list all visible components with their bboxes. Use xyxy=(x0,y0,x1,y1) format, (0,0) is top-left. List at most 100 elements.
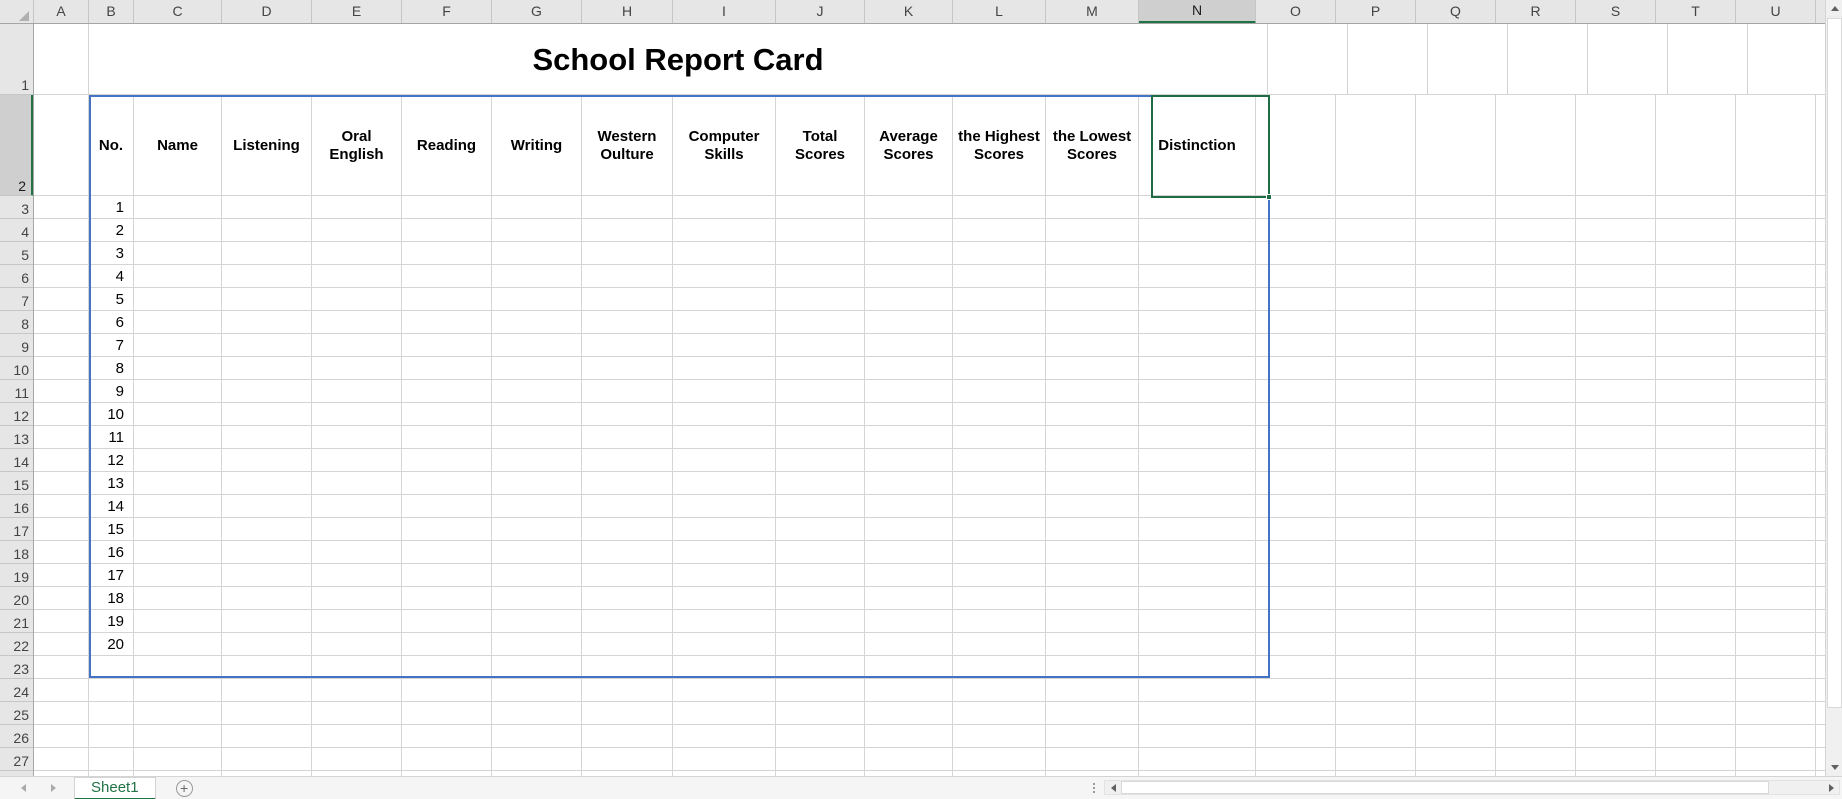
cell-J18[interactable] xyxy=(776,541,865,564)
cell-Q13[interactable] xyxy=(1416,426,1496,449)
cell-F6[interactable] xyxy=(402,265,492,288)
row-header-2[interactable]: 2 xyxy=(0,95,33,196)
cell-S2[interactable] xyxy=(1576,95,1656,196)
cell-S13[interactable] xyxy=(1576,426,1656,449)
column-header-u[interactable]: U xyxy=(1736,0,1816,23)
cell-G9[interactable] xyxy=(492,334,582,357)
row-header-13[interactable]: 13 xyxy=(0,426,33,449)
cell-A14[interactable] xyxy=(34,449,89,472)
cell-C25[interactable] xyxy=(134,702,222,725)
cell-N20[interactable] xyxy=(1139,587,1256,610)
cell-P12[interactable] xyxy=(1336,403,1416,426)
cell-A3[interactable] xyxy=(34,196,89,219)
cell-A8[interactable] xyxy=(34,311,89,334)
cell-J3[interactable] xyxy=(776,196,865,219)
cell-H7[interactable] xyxy=(582,288,673,311)
cell-E13[interactable] xyxy=(312,426,402,449)
cell-Q27[interactable] xyxy=(1416,748,1496,771)
cell-E8[interactable] xyxy=(312,311,402,334)
cell-C13[interactable] xyxy=(134,426,222,449)
cell-L21[interactable] xyxy=(953,610,1046,633)
cell-S16[interactable] xyxy=(1576,495,1656,518)
row-header-17[interactable]: 17 xyxy=(0,518,33,541)
cell-D16[interactable] xyxy=(222,495,312,518)
cell-no-8[interactable]: 8 xyxy=(89,357,134,380)
cell-M3[interactable] xyxy=(1046,196,1139,219)
cell-M22[interactable] xyxy=(1046,633,1139,656)
cell-F27[interactable] xyxy=(402,748,492,771)
cell-E9[interactable] xyxy=(312,334,402,357)
cell-U23[interactable] xyxy=(1736,656,1816,679)
table-header-D2[interactable]: Listening xyxy=(222,95,312,196)
cell-S7[interactable] xyxy=(1576,288,1656,311)
cell-S27[interactable] xyxy=(1576,748,1656,771)
next-sheet-button[interactable] xyxy=(46,781,60,795)
cell-U14[interactable] xyxy=(1736,449,1816,472)
cell-K13[interactable] xyxy=(865,426,953,449)
cell-M18[interactable] xyxy=(1046,541,1139,564)
cell-P3[interactable] xyxy=(1336,196,1416,219)
cell-K12[interactable] xyxy=(865,403,953,426)
cell-T4[interactable] xyxy=(1656,219,1736,242)
cell-N17[interactable] xyxy=(1139,518,1256,541)
cell-M23[interactable] xyxy=(1046,656,1139,679)
cell-M25[interactable] xyxy=(1046,702,1139,725)
cell-Q6[interactable] xyxy=(1416,265,1496,288)
cell-J11[interactable] xyxy=(776,380,865,403)
cell-F23[interactable] xyxy=(402,656,492,679)
row-header-12[interactable]: 12 xyxy=(0,403,33,426)
column-header-n[interactable]: N xyxy=(1139,0,1256,23)
table-header-G2[interactable]: Writing xyxy=(492,95,582,196)
cell-Q16[interactable] xyxy=(1416,495,1496,518)
cell-S4[interactable] xyxy=(1576,219,1656,242)
cell-T14[interactable] xyxy=(1656,449,1736,472)
cell-D3[interactable] xyxy=(222,196,312,219)
cell-R6[interactable] xyxy=(1496,265,1576,288)
cell-L24[interactable] xyxy=(953,679,1046,702)
cell-Q10[interactable] xyxy=(1416,357,1496,380)
table-header-J2[interactable]: Total Scores xyxy=(776,95,865,196)
cell-A9[interactable] xyxy=(34,334,89,357)
cell-C16[interactable] xyxy=(134,495,222,518)
cell-T8[interactable] xyxy=(1656,311,1736,334)
cell-no-12[interactable]: 12 xyxy=(89,449,134,472)
cell-D11[interactable] xyxy=(222,380,312,403)
cell-L12[interactable] xyxy=(953,403,1046,426)
table-header-K2[interactable]: Average Scores xyxy=(865,95,953,196)
cell-K7[interactable] xyxy=(865,288,953,311)
cell-I21[interactable] xyxy=(673,610,776,633)
cell-L15[interactable] xyxy=(953,472,1046,495)
cell-G17[interactable] xyxy=(492,518,582,541)
cell-H21[interactable] xyxy=(582,610,673,633)
cell-M14[interactable] xyxy=(1046,449,1139,472)
cell-E5[interactable] xyxy=(312,242,402,265)
cell-E20[interactable] xyxy=(312,587,402,610)
cell-C9[interactable] xyxy=(134,334,222,357)
cell-J15[interactable] xyxy=(776,472,865,495)
cell-R19[interactable] xyxy=(1496,564,1576,587)
cell-Q17[interactable] xyxy=(1416,518,1496,541)
cell-L7[interactable] xyxy=(953,288,1046,311)
column-header-m[interactable]: M xyxy=(1046,0,1139,23)
cell-A2[interactable] xyxy=(34,95,89,196)
table-header-F2[interactable]: Reading xyxy=(402,95,492,196)
cell-R5[interactable] xyxy=(1496,242,1576,265)
cell-E14[interactable] xyxy=(312,449,402,472)
cell-S8[interactable] xyxy=(1576,311,1656,334)
cell-no-18[interactable]: 18 xyxy=(89,587,134,610)
cell-E26[interactable] xyxy=(312,725,402,748)
row-header-8[interactable]: 8 xyxy=(0,311,33,334)
cell-P21[interactable] xyxy=(1336,610,1416,633)
cell-S10[interactable] xyxy=(1576,357,1656,380)
cell-S11[interactable] xyxy=(1576,380,1656,403)
cell-D8[interactable] xyxy=(222,311,312,334)
cell-E25[interactable] xyxy=(312,702,402,725)
cell-K16[interactable] xyxy=(865,495,953,518)
cell-A23[interactable] xyxy=(34,656,89,679)
cell-C19[interactable] xyxy=(134,564,222,587)
cell-P27[interactable] xyxy=(1336,748,1416,771)
cell-M8[interactable] xyxy=(1046,311,1139,334)
cell-F17[interactable] xyxy=(402,518,492,541)
cell-G16[interactable] xyxy=(492,495,582,518)
cell-Q12[interactable] xyxy=(1416,403,1496,426)
